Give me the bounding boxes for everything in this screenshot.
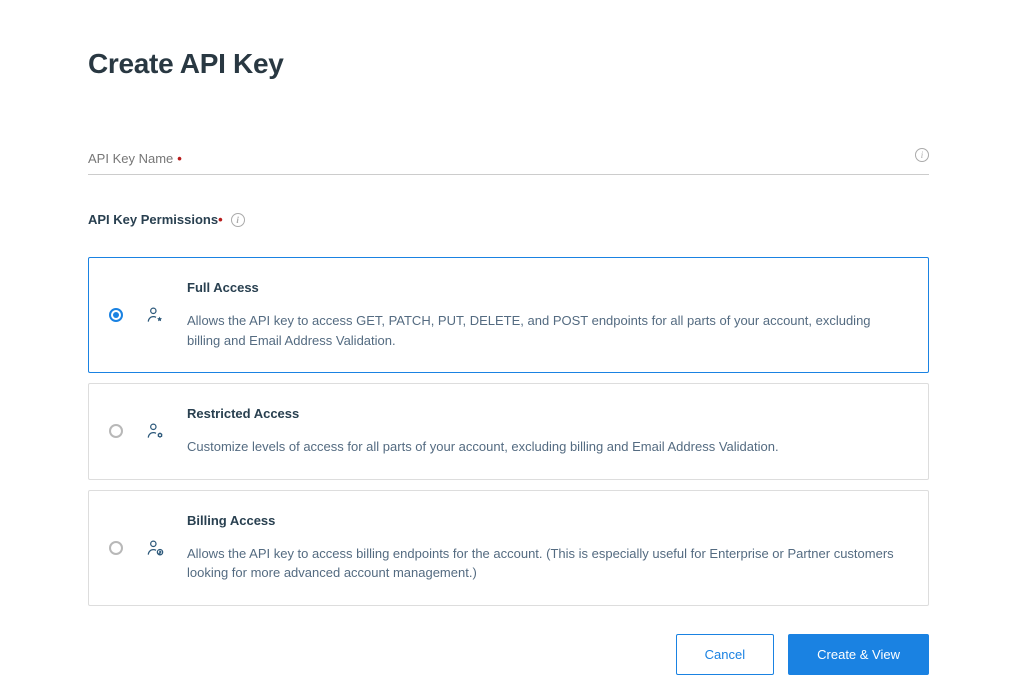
radio-restricted-access[interactable]: [109, 424, 123, 438]
permission-description: Allows the API key to access GET, PATCH,…: [187, 311, 900, 350]
form-actions: Cancel Create & View: [88, 634, 929, 675]
api-key-name-field[interactable]: API Key Name • i: [88, 150, 929, 175]
required-indicator: •: [218, 212, 223, 227]
info-icon[interactable]: i: [231, 213, 245, 227]
page-title: Create API Key: [88, 48, 929, 80]
api-key-name-label-text: API Key Name: [88, 151, 173, 166]
radio-billing-access[interactable]: [109, 541, 123, 555]
user-gear-icon: [145, 421, 165, 441]
info-icon[interactable]: i: [915, 148, 929, 162]
api-key-name-label: API Key Name •: [88, 151, 182, 166]
permission-option-restricted-access[interactable]: Restricted Access Customize levels of ac…: [88, 383, 929, 480]
permissions-section-label: API Key Permissions• i: [88, 212, 245, 227]
permission-options: Full Access Allows the API key to access…: [88, 257, 929, 606]
permission-description: Allows the API key to access billing end…: [187, 544, 900, 583]
permission-title: Full Access: [187, 280, 900, 295]
create-and-view-button[interactable]: Create & View: [788, 634, 929, 675]
required-indicator: •: [177, 151, 182, 166]
user-dollar-icon: [145, 538, 165, 558]
permissions-label-text: API Key Permissions: [88, 212, 218, 227]
permission-title: Restricted Access: [187, 406, 900, 421]
permission-option-full-access[interactable]: Full Access Allows the API key to access…: [88, 257, 929, 373]
permission-option-billing-access[interactable]: Billing Access Allows the API key to acc…: [88, 490, 929, 606]
radio-full-access[interactable]: [109, 308, 123, 322]
permission-title: Billing Access: [187, 513, 900, 528]
cancel-button[interactable]: Cancel: [676, 634, 774, 675]
user-star-icon: [145, 305, 165, 325]
permission-description: Customize levels of access for all parts…: [187, 437, 900, 457]
